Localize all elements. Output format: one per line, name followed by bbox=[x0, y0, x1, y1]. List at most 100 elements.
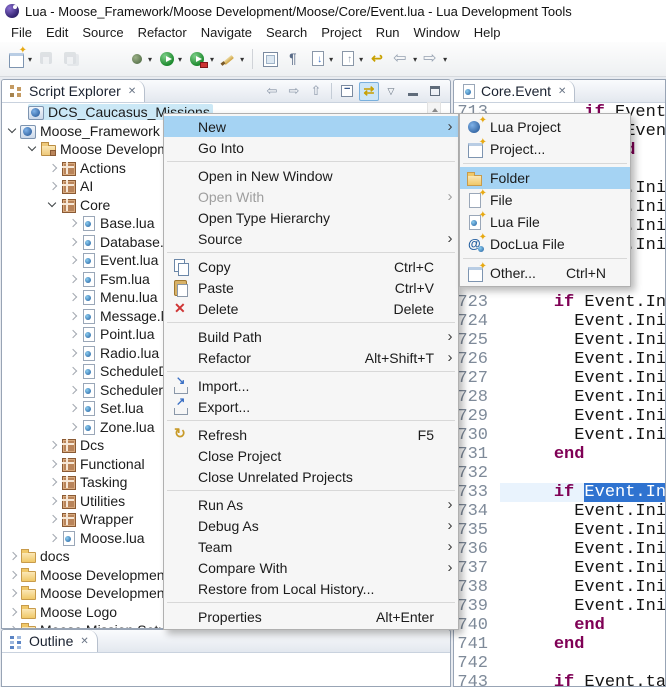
code-line-740[interactable]: 740 end bbox=[454, 616, 665, 635]
chevron-right-icon[interactable] bbox=[46, 493, 60, 509]
new-wizard-button[interactable]: ▾ bbox=[6, 47, 34, 71]
chevron-right-icon[interactable] bbox=[46, 511, 60, 527]
context-menu-item-paste[interactable]: PasteCtrl+V bbox=[164, 277, 458, 298]
menu-window[interactable]: Window bbox=[407, 23, 467, 42]
chevron-down-icon[interactable] bbox=[6, 123, 20, 139]
back-button[interactable]: ▾ bbox=[391, 47, 419, 71]
chevron-right-icon[interactable] bbox=[66, 271, 80, 287]
chevron-right-icon[interactable] bbox=[66, 234, 80, 250]
last-edit-button[interactable] bbox=[367, 47, 389, 71]
next-annotation-button[interactable]: ▾ bbox=[307, 47, 335, 71]
chevron-right-icon[interactable] bbox=[46, 456, 60, 472]
context-menu-item-go-into[interactable]: Go Into bbox=[164, 137, 458, 158]
chevron-right-icon[interactable] bbox=[66, 308, 80, 324]
menu-navigate[interactable]: Navigate bbox=[194, 23, 259, 42]
menu-project[interactable]: Project bbox=[314, 23, 368, 42]
debug-button[interactable]: ▾ bbox=[126, 47, 154, 71]
chevron-right-icon[interactable] bbox=[66, 252, 80, 268]
context-menu-item-close-unrelated-projects[interactable]: Close Unrelated Projects bbox=[164, 466, 458, 487]
code-line-743[interactable]: 743 if Event.target and Event.target:isE… bbox=[454, 673, 665, 687]
maximize-button[interactable] bbox=[425, 82, 445, 101]
context-menu-item-restore-from-local-history[interactable]: Restore from Local History... bbox=[164, 578, 458, 599]
code-line-739[interactable]: 739 Event.IniTypeName = Event.IniDCSUnit… bbox=[454, 597, 665, 616]
coverage-dropdown-icon[interactable]: ▾ bbox=[210, 55, 214, 64]
minimize-button[interactable] bbox=[403, 82, 423, 101]
debug-dropdown-icon[interactable]: ▾ bbox=[148, 55, 152, 64]
chevron-right-icon[interactable] bbox=[46, 474, 60, 490]
collapse-all-button[interactable] bbox=[337, 82, 357, 101]
chevron-right-icon[interactable] bbox=[6, 567, 20, 583]
link-with-editor-button[interactable]: ⇄ bbox=[359, 82, 379, 101]
coverage-button[interactable]: ▾ bbox=[186, 47, 216, 71]
back-dropdown-icon[interactable]: ▾ bbox=[413, 55, 417, 64]
code-line-733[interactable]: 733 if Event.IniObjectCategory == Object… bbox=[454, 483, 665, 502]
code-line-730[interactable]: 730 Event.IniGroup = GROUP:FindByName( E… bbox=[454, 426, 665, 445]
chevron-right-icon[interactable] bbox=[66, 289, 80, 305]
code-line-736[interactable]: 736 Event.IniUnitName = Event.IniDCSUnit… bbox=[454, 540, 665, 559]
menu-file[interactable]: File bbox=[4, 23, 39, 42]
context-menu-item-team[interactable]: Team› bbox=[164, 536, 458, 557]
context-menu-item-copy[interactable]: CopyCtrl+C bbox=[164, 256, 458, 277]
new-submenu-item-lua-file[interactable]: Lua File bbox=[460, 211, 630, 233]
context-menu-item-debug-as[interactable]: Debug As› bbox=[164, 515, 458, 536]
code-line-728[interactable]: 728 Event.IniDCSGroup = Event.IniDCSUnit… bbox=[454, 388, 665, 407]
show-whitespace-button[interactable] bbox=[283, 47, 305, 71]
tab-script-explorer[interactable]: Script Explorer ✕ bbox=[2, 80, 145, 102]
menu-source[interactable]: Source bbox=[75, 23, 130, 42]
chevron-down-icon[interactable] bbox=[26, 141, 40, 157]
chevron-right-icon[interactable] bbox=[66, 215, 80, 231]
context-menu-item-open-in-new-window[interactable]: Open in New Window bbox=[164, 165, 458, 186]
context-menu-item-build-path[interactable]: Build Path› bbox=[164, 326, 458, 347]
format-button[interactable]: ▾ bbox=[218, 47, 246, 71]
chevron-down-icon[interactable] bbox=[46, 197, 60, 213]
go-up-button[interactable]: ⇧ bbox=[306, 82, 326, 101]
code-line-725[interactable]: 725 Event.IniDCSUnitName = Event.IniDCSU… bbox=[454, 331, 665, 350]
new-submenu-item-lua-project[interactable]: Lua Project bbox=[460, 116, 630, 138]
view-menu-button[interactable]: ▽ bbox=[381, 82, 401, 101]
new-submenu-item-file[interactable]: File bbox=[460, 189, 630, 211]
code-line-732[interactable]: 732 bbox=[454, 464, 665, 483]
chevron-right-icon[interactable] bbox=[66, 382, 80, 398]
forward-button[interactable]: ▾ bbox=[421, 47, 449, 71]
forward-dropdown-icon[interactable]: ▾ bbox=[443, 55, 447, 64]
format-dropdown-icon[interactable]: ▾ bbox=[240, 55, 244, 64]
code-line-726[interactable]: 726 Event.IniUnitName = Event.IniDCSUnit… bbox=[454, 350, 665, 369]
view-forward-button[interactable]: ⇨ bbox=[284, 82, 304, 101]
chevron-right-icon[interactable] bbox=[46, 530, 60, 546]
context-menu-item-properties[interactable]: PropertiesAlt+Enter bbox=[164, 606, 458, 627]
context-menu-item-refresh[interactable]: RefreshF5 bbox=[164, 424, 458, 445]
context-menu-item-open-type-hierarchy[interactable]: Open Type Hierarchy bbox=[164, 207, 458, 228]
run-button[interactable]: ▾ bbox=[156, 47, 184, 71]
chevron-right-icon[interactable] bbox=[6, 548, 20, 564]
chevron-right-icon[interactable] bbox=[46, 437, 60, 453]
menu-run[interactable]: Run bbox=[369, 23, 407, 42]
code-line-724[interactable]: 724 Event.IniDCSUnit = Event.initiator bbox=[454, 312, 665, 331]
code-line-738[interactable]: 738 Event.IniCategory = Unit.Category.ST… bbox=[454, 578, 665, 597]
chevron-right-icon[interactable] bbox=[66, 326, 80, 342]
code-line-727[interactable]: 727 Event.IniUnit = UNIT:FindByName( Eve… bbox=[454, 369, 665, 388]
chevron-right-icon[interactable] bbox=[46, 178, 60, 194]
code-line-723[interactable]: 723 if Event.IniObjectCategory == Object… bbox=[454, 293, 665, 312]
new-wizard-dropdown-icon[interactable]: ▾ bbox=[28, 55, 32, 64]
new-submenu-item-other[interactable]: Other...Ctrl+N bbox=[460, 262, 630, 284]
close-icon[interactable]: ✕ bbox=[80, 636, 88, 647]
menu-refactor[interactable]: Refactor bbox=[131, 23, 194, 42]
chevron-right-icon[interactable] bbox=[6, 604, 20, 620]
code-line-737[interactable]: 737 Event.IniUnit = STATIC:FindByName( E… bbox=[454, 559, 665, 578]
context-menu-item-refactor[interactable]: RefactorAlt+Shift+T› bbox=[164, 347, 458, 368]
menu-edit[interactable]: Edit bbox=[39, 23, 75, 42]
context-menu-item-close-project[interactable]: Close Project bbox=[164, 445, 458, 466]
chevron-right-icon[interactable] bbox=[6, 585, 20, 601]
close-icon[interactable]: ✕ bbox=[558, 86, 566, 97]
tab-outline[interactable]: Outline ✕ bbox=[2, 630, 98, 652]
code-line-734[interactable]: 734 Event.IniDCSUnit = Event.initiator bbox=[454, 502, 665, 521]
next-annotation-dropdown-icon[interactable]: ▾ bbox=[329, 55, 333, 64]
menu-help[interactable]: Help bbox=[467, 23, 508, 42]
prev-annotation-dropdown-icon[interactable]: ▾ bbox=[359, 55, 363, 64]
code-line-729[interactable]: 729 Event.IniDCSGroupName = Event.IniDCS… bbox=[454, 407, 665, 426]
chevron-right-icon[interactable] bbox=[66, 345, 80, 361]
context-menu-item-run-as[interactable]: Run As› bbox=[164, 494, 458, 515]
prev-annotation-button[interactable]: ▾ bbox=[337, 47, 365, 71]
chevron-right-icon[interactable] bbox=[46, 160, 60, 176]
close-icon[interactable]: ✕ bbox=[128, 86, 136, 97]
